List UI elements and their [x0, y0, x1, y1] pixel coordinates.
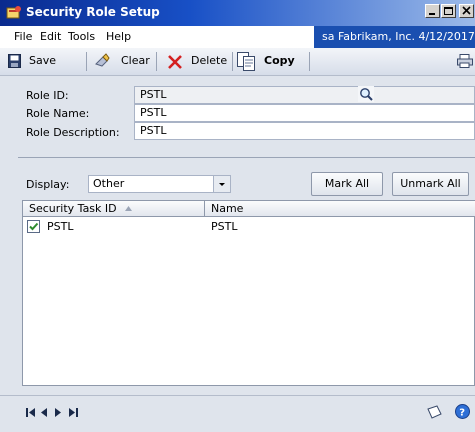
sort-ascending-icon [125, 206, 132, 211]
clear-eraser-icon [95, 53, 110, 67]
note-icon[interactable] [426, 405, 442, 419]
previous-record-icon[interactable] [41, 406, 48, 419]
role-name-input[interactable]: PSTL [134, 104, 475, 122]
row-name: PSTL [211, 220, 238, 233]
save-icon [8, 54, 21, 68]
column-separator[interactable] [204, 201, 205, 216]
display-label: Display: [26, 178, 70, 191]
window-title: Security Role Setup [26, 5, 160, 19]
bottom-bar: ? [0, 395, 475, 432]
section-divider [18, 157, 475, 158]
next-record-icon[interactable] [55, 406, 62, 419]
role-id-label: Role ID: [26, 89, 69, 102]
display-select[interactable]: Other [88, 175, 231, 193]
table-row[interactable]: PSTL PSTL [23, 217, 475, 235]
print-icon[interactable] [457, 54, 473, 68]
menu-tools[interactable]: Tools [68, 30, 95, 43]
svg-text:?: ? [459, 408, 465, 419]
display-selected-value: Other [93, 177, 125, 190]
toolbar-separator [86, 52, 87, 71]
title-bar: Security Role Setup [0, 0, 475, 26]
role-name-value: PSTL [140, 106, 167, 119]
mark-all-label: Mark All [324, 177, 370, 190]
role-id-field[interactable]: PSTL [134, 86, 475, 104]
help-icon[interactable]: ? [455, 404, 470, 419]
menu-file[interactable]: File [14, 30, 32, 43]
column-header-task-id[interactable]: Security Task ID [29, 202, 117, 215]
toolbar-separator [156, 52, 157, 71]
maximize-button[interactable] [441, 4, 456, 18]
unmark-all-label: Unmark All [400, 177, 461, 190]
role-description-input[interactable]: PSTL [134, 122, 475, 140]
first-record-icon[interactable] [26, 406, 35, 419]
save-button[interactable]: Save [29, 54, 56, 67]
maximize-icon [444, 7, 453, 15]
copy-button[interactable]: Copy [264, 54, 295, 67]
role-name-label: Role Name: [26, 107, 90, 120]
last-record-icon[interactable] [69, 406, 78, 419]
role-id-value: PSTL [140, 88, 167, 101]
dropdown-button[interactable] [213, 176, 230, 192]
toolbar: Save Clear Delete Copy [0, 48, 475, 76]
delete-button[interactable]: Delete [191, 54, 227, 67]
toolbar-separator [232, 52, 233, 71]
row-checkbox[interactable] [27, 220, 40, 233]
toolbar-separator [309, 52, 310, 71]
role-description-value: PSTL [140, 124, 167, 137]
copy-icon [237, 52, 255, 71]
chevron-down-icon [219, 183, 225, 186]
row-task-id: PSTL [47, 220, 74, 233]
grid-header: Security Task ID Name [23, 201, 475, 217]
column-header-name[interactable]: Name [211, 202, 243, 215]
minimize-button[interactable] [425, 4, 440, 18]
app-icon [6, 6, 21, 19]
menu-edit[interactable]: Edit [40, 30, 61, 43]
mark-all-button[interactable]: Mark All [311, 172, 383, 196]
close-button[interactable] [459, 4, 474, 18]
delete-x-icon [168, 55, 182, 69]
close-icon [462, 6, 471, 15]
unmark-all-button[interactable]: Unmark All [392, 172, 469, 196]
minimize-icon [429, 13, 435, 15]
menu-help[interactable]: Help [106, 30, 131, 43]
role-description-label: Role Description: [26, 126, 120, 139]
checkmark-icon [29, 222, 39, 231]
security-role-setup-window: Security Role Setup File Edit Tools Help… [0, 0, 475, 432]
lookup-magnifier-icon[interactable] [358, 86, 374, 102]
user-company-date[interactable]: sa Fabrikam, Inc. 4/12/2017 [314, 26, 475, 48]
clear-button[interactable]: Clear [121, 54, 150, 67]
security-task-grid: Security Task ID Name PSTL PSTL [22, 200, 475, 386]
